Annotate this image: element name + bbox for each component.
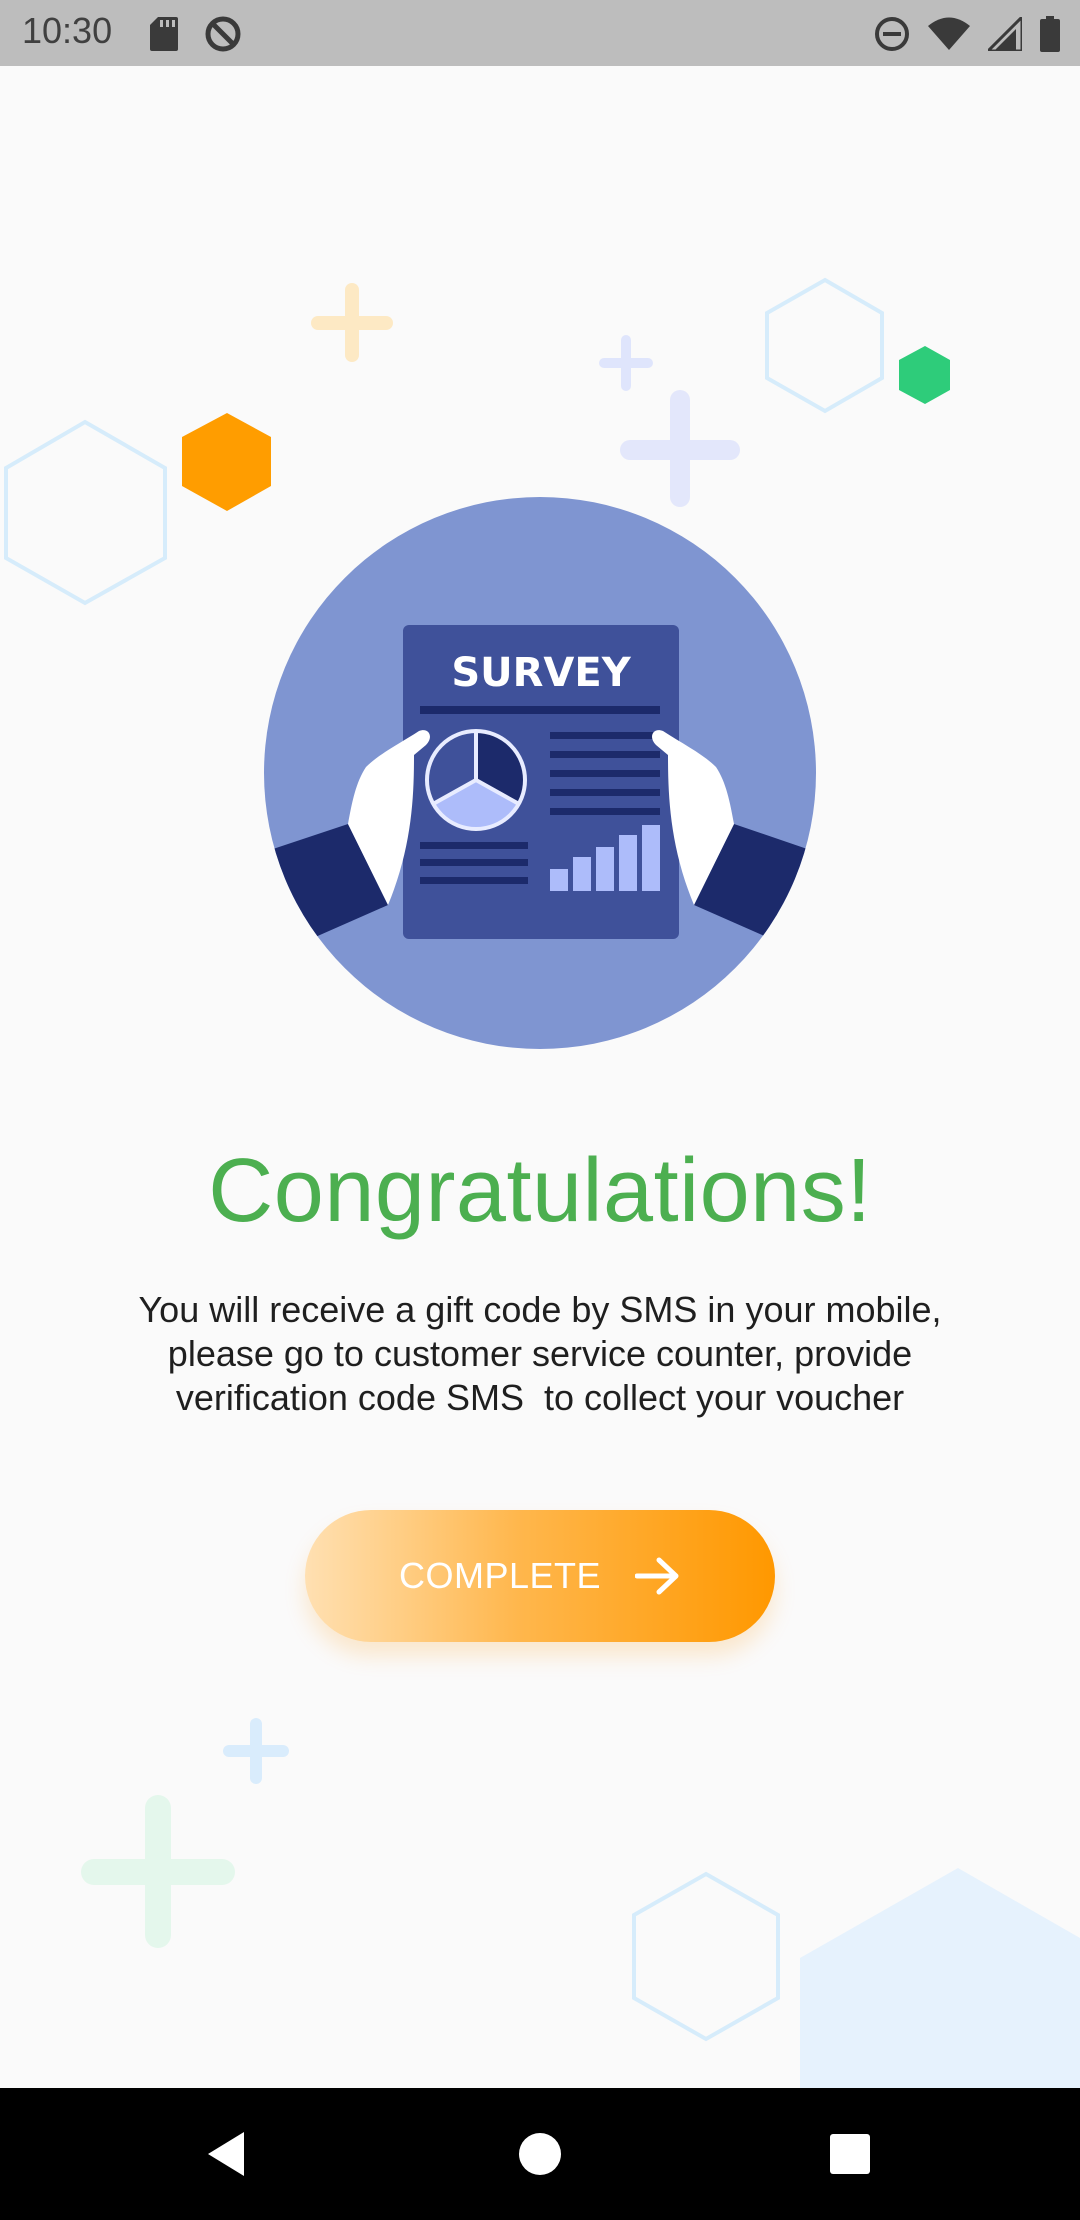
background-decorations [4, 277, 1080, 2088]
home-button[interactable] [510, 2124, 570, 2184]
signal-icon [988, 17, 1022, 51]
green-hexagon-decoration [899, 346, 950, 404]
gift-code-message: You will receive a gift code by SMS in y… [90, 1288, 990, 1420]
back-icon [208, 2132, 244, 2176]
status-bar: 10:30 [0, 0, 1080, 66]
message-line: verification code SMS to collect your vo… [175, 1377, 905, 1418]
sd-card-icon [150, 17, 178, 51]
plus-decoration [81, 1795, 235, 1948]
home-icon [519, 2133, 561, 2175]
document-title: SURVEY [451, 650, 631, 696]
recents-icon [830, 2134, 870, 2174]
plus-decoration [599, 335, 653, 391]
hexagon-outline-decoration [4, 419, 167, 606]
survey-illustration: SURVEY [264, 497, 816, 1049]
navigation-bar [0, 2088, 1080, 2220]
message-line: You will receive a gift code by SMS in y… [138, 1289, 942, 1330]
wifi-icon [928, 17, 970, 50]
hexagon-outline-decoration [632, 1871, 780, 2042]
plus-decoration [311, 283, 393, 362]
hexagon-outline-decoration [765, 277, 884, 414]
message-line: please go to customer service counter, p… [167, 1333, 913, 1374]
status-time: 10:30 [22, 10, 113, 51]
plus-decoration [620, 390, 740, 507]
arrow-right-icon [635, 1557, 679, 1595]
status-icons-right [874, 14, 1060, 54]
plus-decoration [223, 1718, 289, 1784]
sync-disabled-icon [205, 16, 241, 52]
back-button[interactable] [200, 2124, 260, 2184]
hexagon-fill-decoration [800, 1868, 1080, 2088]
complete-button-label: COMPLETE [398, 1555, 602, 1596]
complete-button[interactable]: COMPLETE [305, 1510, 775, 1642]
do-not-disturb-icon [875, 17, 909, 51]
battery-icon [1040, 16, 1060, 52]
pie-chart-graphic [425, 729, 527, 831]
status-icons-left [150, 14, 242, 54]
orange-hexagon-decoration [182, 413, 271, 511]
recents-button[interactable] [820, 2124, 880, 2184]
congratulations-title: Congratulations! [208, 1141, 872, 1241]
